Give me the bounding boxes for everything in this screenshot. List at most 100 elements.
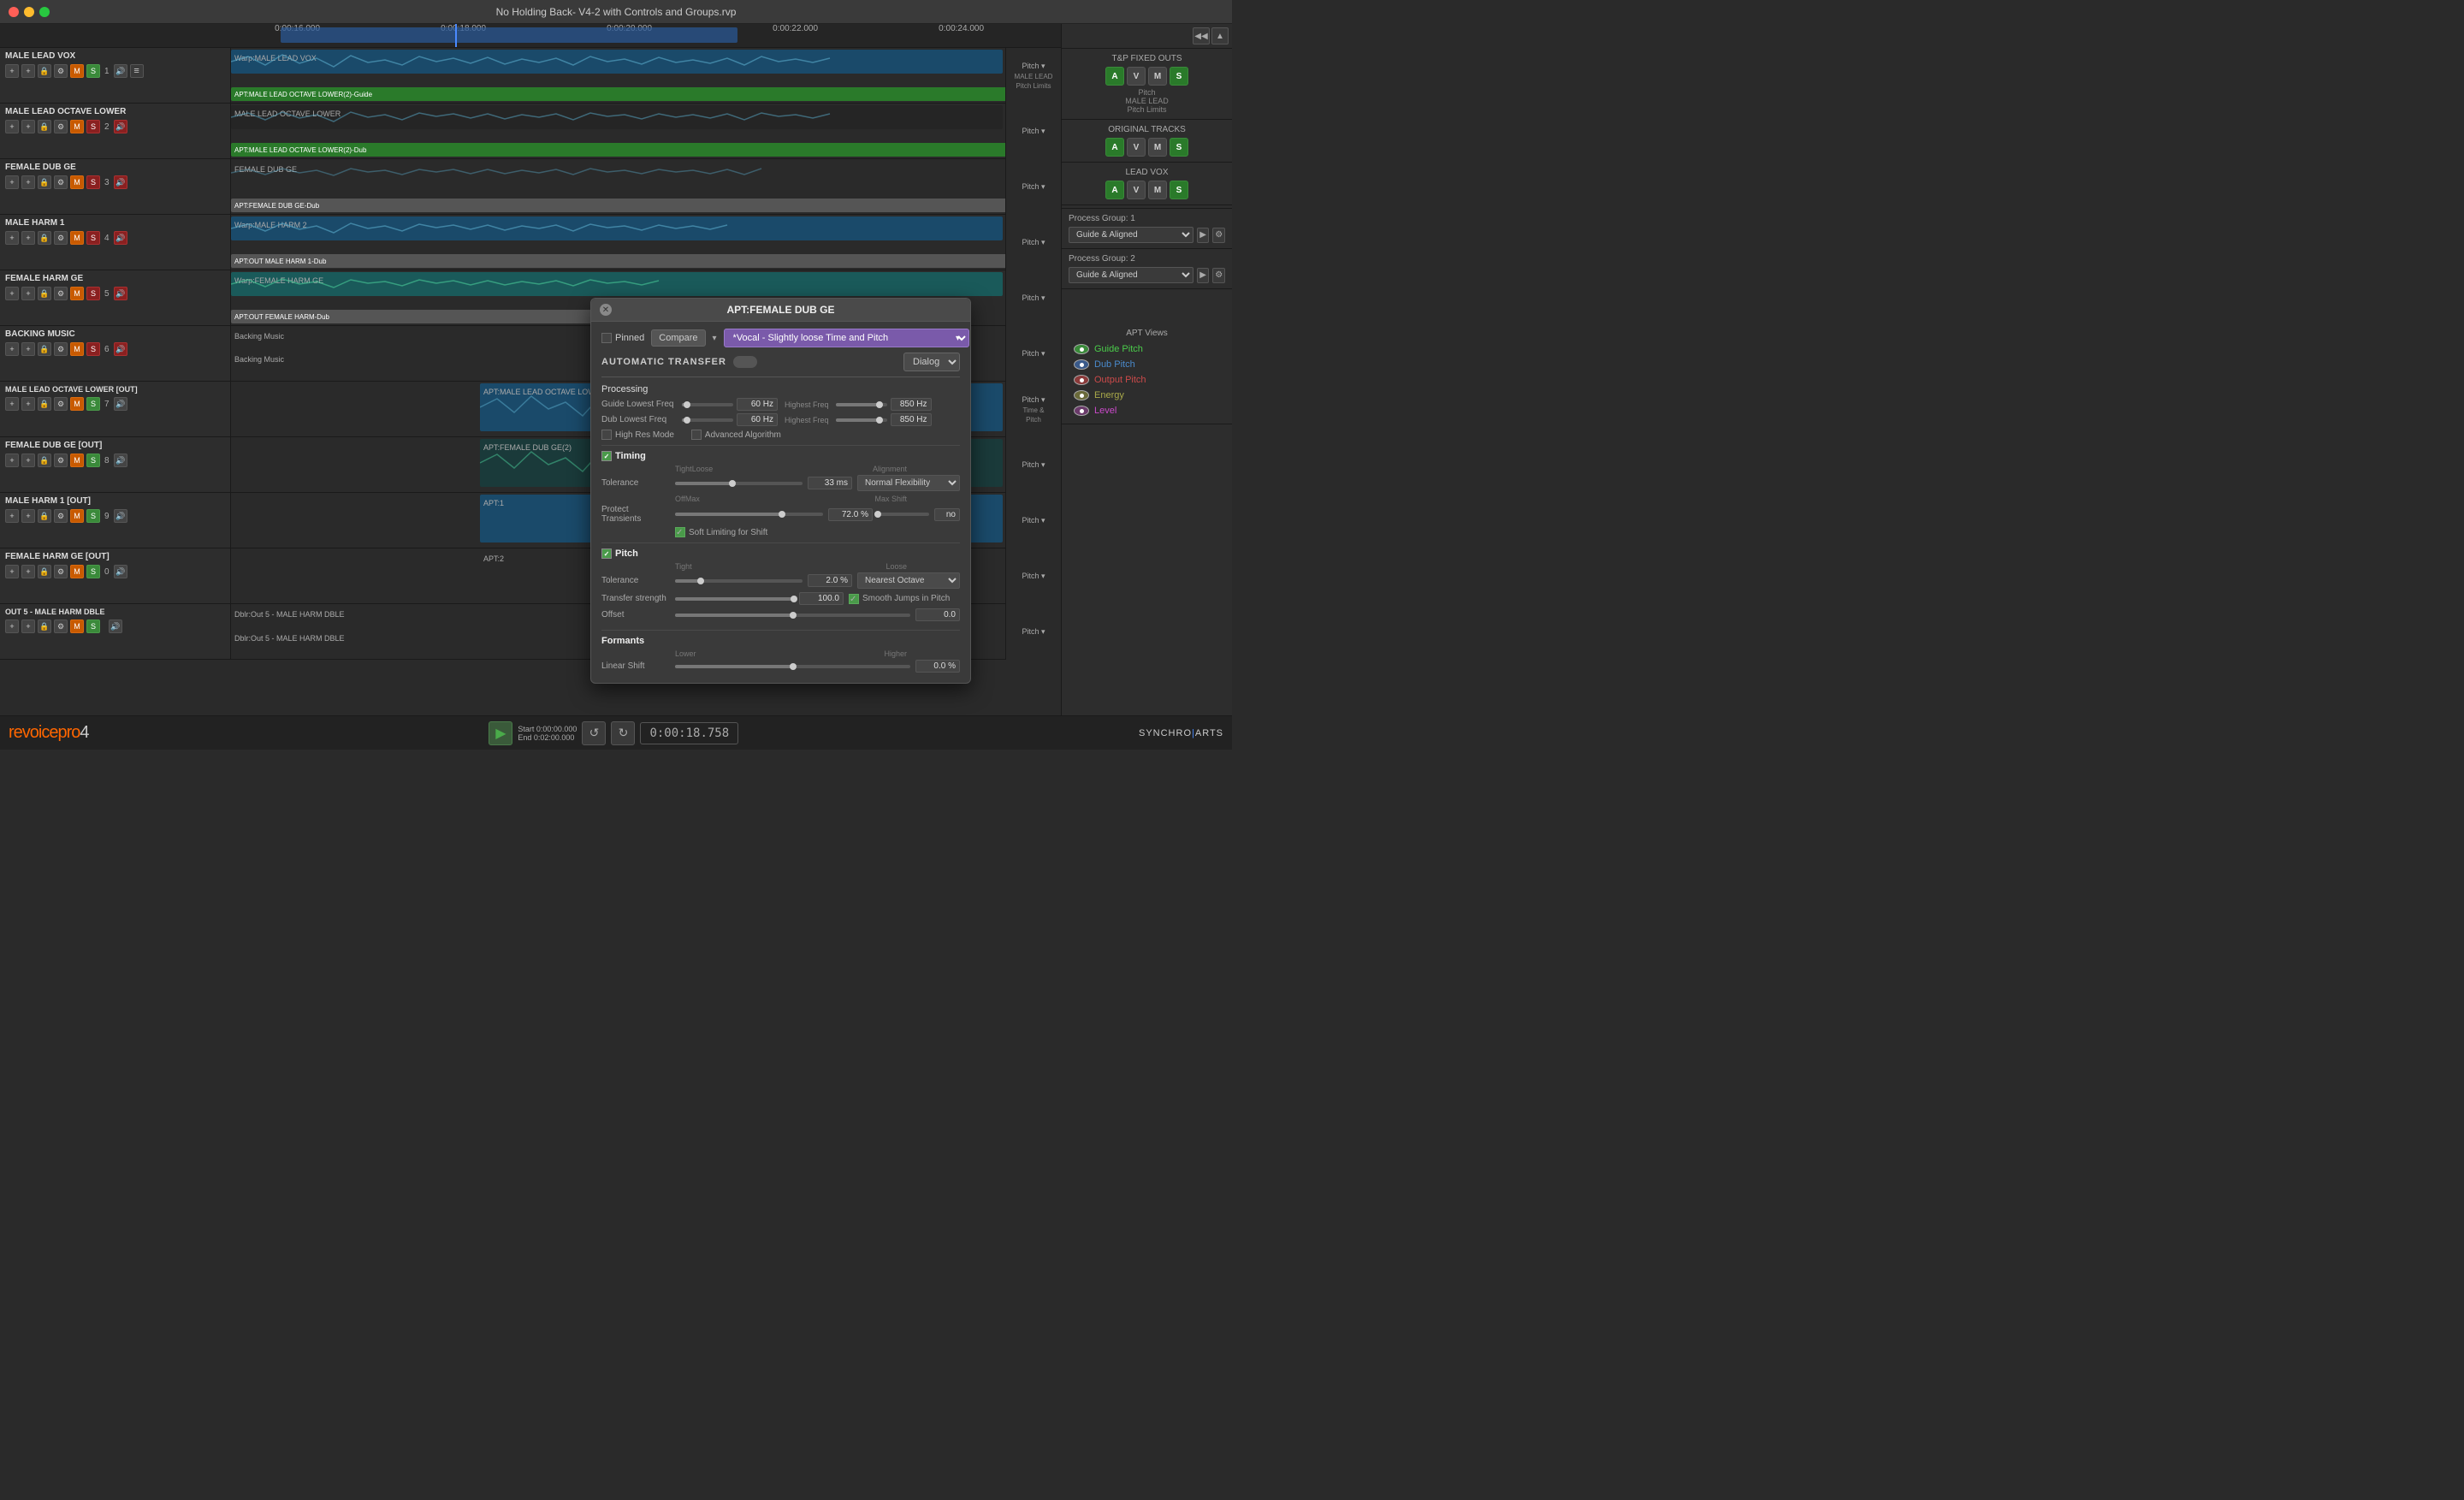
- m-btn-9[interactable]: M: [70, 509, 84, 523]
- s-btn-7[interactable]: S: [86, 397, 100, 411]
- add-btn-4b[interactable]: +: [21, 231, 35, 245]
- vol-btn-10[interactable]: 🔊: [114, 565, 127, 578]
- gear-btn-7[interactable]: ⚙: [54, 397, 68, 411]
- add-btn-5b[interactable]: +: [21, 287, 35, 300]
- lock-btn-10[interactable]: 🔒: [38, 565, 51, 578]
- maximize-button[interactable]: [39, 7, 50, 17]
- s-btn-5[interactable]: S: [86, 287, 100, 300]
- apt-modal[interactable]: ✕ APT:FEMALE DUB GE Pinned Compare ▾ *Vo…: [590, 298, 971, 684]
- ot-btn-v[interactable]: V: [1127, 138, 1146, 157]
- protect-transients-slider[interactable]: [675, 513, 823, 516]
- dub-lowest-slider[interactable]: [682, 418, 733, 422]
- lock-btn-2[interactable]: 🔒: [38, 120, 51, 133]
- add-btn-3[interactable]: +: [5, 175, 19, 189]
- vol-btn-4[interactable]: 🔊: [114, 231, 127, 245]
- s-btn-2[interactable]: S: [86, 120, 100, 133]
- lock-btn-7[interactable]: 🔒: [38, 397, 51, 411]
- gear-btn-1[interactable]: ⚙: [54, 64, 68, 78]
- add-btn-1[interactable]: +: [5, 64, 19, 78]
- guide-highest-slider[interactable]: [836, 403, 887, 406]
- lock-btn-1[interactable]: 🔒: [38, 64, 51, 78]
- formants-slider[interactable]: [675, 665, 910, 668]
- transfer-strength-slider[interactable]: [675, 597, 794, 601]
- vol-btn-7[interactable]: 🔊: [114, 397, 127, 411]
- gear-btn-6[interactable]: ⚙: [54, 342, 68, 356]
- s-btn-9[interactable]: S: [86, 509, 100, 523]
- s-btn-8[interactable]: S: [86, 454, 100, 467]
- pitch-offset-slider[interactable]: [675, 614, 910, 617]
- add-btn-6[interactable]: +: [5, 342, 19, 356]
- vol-btn-5[interactable]: 🔊: [114, 287, 127, 300]
- s-btn-11[interactable]: S: [86, 620, 100, 633]
- max-shift-slider[interactable]: [878, 513, 929, 516]
- vol-btn-6[interactable]: 🔊: [114, 342, 127, 356]
- pitch-tolerance-slider[interactable]: [675, 579, 803, 583]
- pg1-select[interactable]: Guide & Aligned: [1069, 227, 1194, 243]
- add-btn-6b[interactable]: +: [21, 342, 35, 356]
- modal-close-button[interactable]: ✕: [600, 304, 612, 316]
- add-btn-11b[interactable]: +: [21, 620, 35, 633]
- gear-btn-10[interactable]: ⚙: [54, 565, 68, 578]
- m-btn-2[interactable]: M: [70, 120, 84, 133]
- ot-btn-s[interactable]: S: [1170, 138, 1188, 157]
- collapse-btn-1[interactable]: ≡: [130, 64, 144, 78]
- pg1-play-icon[interactable]: ▶: [1197, 228, 1210, 243]
- s-btn-3[interactable]: S: [86, 175, 100, 189]
- vol-btn-8[interactable]: 🔊: [114, 454, 127, 467]
- lv-btn-v[interactable]: V: [1127, 181, 1146, 199]
- soft-limiting-checkbox[interactable]: ✓: [675, 527, 685, 537]
- lock-btn-6[interactable]: 🔒: [38, 342, 51, 356]
- gear-btn-9[interactable]: ⚙: [54, 509, 68, 523]
- pitch-alignment-select[interactable]: Nearest Octave: [857, 572, 960, 589]
- timing-checkbox[interactable]: ✓: [601, 451, 612, 461]
- m-btn-1[interactable]: M: [70, 64, 84, 78]
- tp-btn-v[interactable]: V: [1127, 67, 1146, 86]
- ot-btn-a[interactable]: A: [1105, 138, 1124, 157]
- arrow-left-icon[interactable]: ◀◀: [1193, 27, 1210, 44]
- m-btn-5[interactable]: M: [70, 287, 84, 300]
- pg1-settings-icon[interactable]: ⚙: [1212, 228, 1225, 243]
- gear-btn-4[interactable]: ⚙: [54, 231, 68, 245]
- dub-highest-slider[interactable]: [836, 418, 887, 422]
- pg2-select[interactable]: Guide & Aligned: [1069, 267, 1194, 283]
- add-btn-1b[interactable]: +: [21, 64, 35, 78]
- m-btn-6[interactable]: M: [70, 342, 84, 356]
- vol-btn-1[interactable]: 🔊: [114, 64, 127, 78]
- m-btn-4[interactable]: M: [70, 231, 84, 245]
- lock-btn-11[interactable]: 🔒: [38, 620, 51, 633]
- add-btn-2[interactable]: +: [5, 120, 19, 133]
- lock-btn-3[interactable]: 🔒: [38, 175, 51, 189]
- pg2-play-icon[interactable]: ▶: [1197, 268, 1210, 283]
- gear-btn-3[interactable]: ⚙: [54, 175, 68, 189]
- add-btn-2b[interactable]: +: [21, 120, 35, 133]
- s-btn-6[interactable]: S: [86, 342, 100, 356]
- m-btn-8[interactable]: M: [70, 454, 84, 467]
- lv-btn-s[interactable]: S: [1170, 181, 1188, 199]
- add-btn-8b[interactable]: +: [21, 454, 35, 467]
- add-btn-7b[interactable]: +: [21, 397, 35, 411]
- pg2-settings-icon[interactable]: ⚙: [1212, 268, 1225, 283]
- preset-select[interactable]: *Vocal - Slightly loose Time and Pitch: [724, 329, 969, 347]
- m-btn-3[interactable]: M: [70, 175, 84, 189]
- high-res-checkbox[interactable]: [601, 430, 612, 440]
- smooth-jumps-checkbox[interactable]: ✓: [849, 594, 859, 604]
- close-button[interactable]: [9, 7, 19, 17]
- lock-btn-4[interactable]: 🔒: [38, 231, 51, 245]
- add-btn-10b[interactable]: +: [21, 565, 35, 578]
- apt-view-guide-pitch[interactable]: Guide Pitch: [1067, 341, 1227, 357]
- compare-button[interactable]: Compare: [651, 329, 705, 347]
- gear-btn-2[interactable]: ⚙: [54, 120, 68, 133]
- arrow-up-icon[interactable]: ▲: [1211, 27, 1229, 44]
- add-btn-8[interactable]: +: [5, 454, 19, 467]
- add-btn-10[interactable]: +: [5, 565, 19, 578]
- forward-button[interactable]: ↻: [611, 721, 635, 745]
- gear-btn-5[interactable]: ⚙: [54, 287, 68, 300]
- add-btn-3b[interactable]: +: [21, 175, 35, 189]
- pinned-checkbox[interactable]: [601, 333, 612, 343]
- lv-btn-m[interactable]: M: [1148, 181, 1167, 199]
- vol-btn-3[interactable]: 🔊: [114, 175, 127, 189]
- timing-alignment-select[interactable]: Normal Flexibility: [857, 475, 960, 491]
- apt-view-level[interactable]: Level: [1067, 403, 1227, 418]
- add-btn-9[interactable]: +: [5, 509, 19, 523]
- vol-btn-9[interactable]: 🔊: [114, 509, 127, 523]
